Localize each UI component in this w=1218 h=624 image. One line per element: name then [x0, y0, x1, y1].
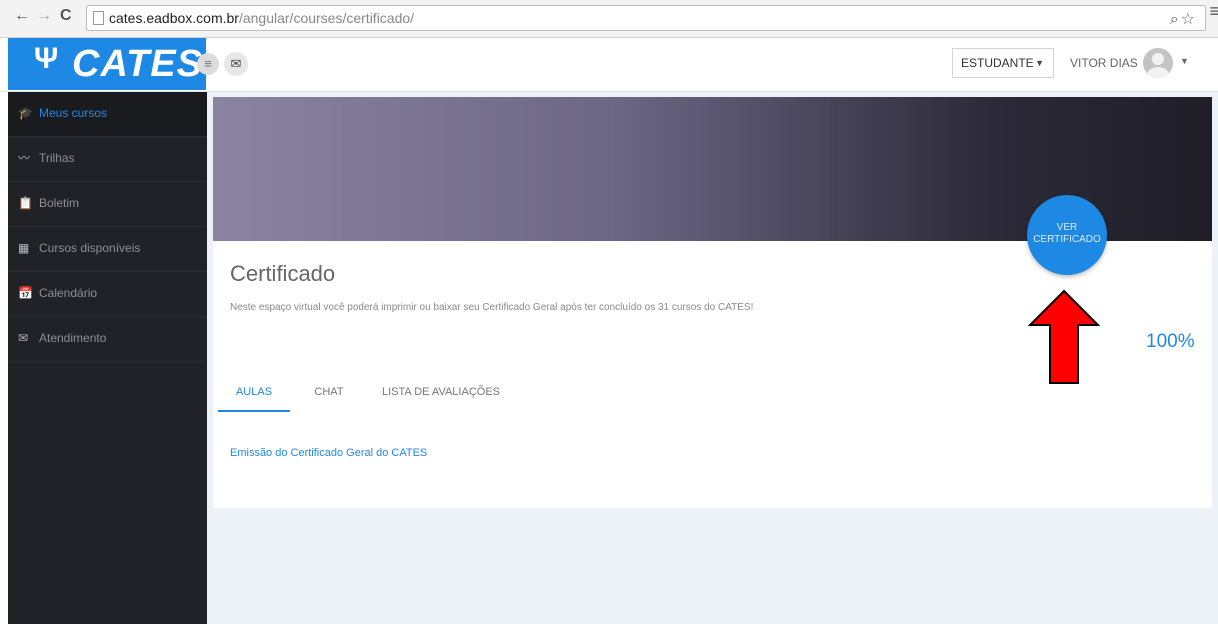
- role-label: ESTUDANTE: [961, 56, 1034, 70]
- calendar-icon: 📅: [18, 286, 33, 300]
- url-domain: cates.eadbox.com.br: [109, 10, 239, 26]
- sidebar-item-label: Calendário: [39, 286, 98, 300]
- reload-icon[interactable]: C: [60, 6, 72, 26]
- sidebar-item-cursos-disponiveis[interactable]: ▦ Cursos disponíveis: [8, 227, 207, 272]
- sidebar-item-trilhas[interactable]: 〰 Trilhas: [8, 137, 207, 182]
- browser-toolbar: ← → C cates.eadbox.com.br/angular/course…: [0, 0, 1218, 38]
- sidebar-item-calendario[interactable]: 📅 Calendário: [8, 272, 207, 317]
- progress-percent: 100%: [1146, 331, 1195, 352]
- zoom-icon[interactable]: ⌕: [1170, 11, 1181, 28]
- red-arrow-annotation: [1028, 289, 1100, 384]
- tab-lista-de-avaliacoes[interactable]: LISTA DE AVALIAÇÕES: [376, 385, 506, 412]
- url-path: /angular/courses/certificado/: [238, 10, 415, 26]
- app-header: Ψ CATES ≡ ✉ ESTUDANTE ▼ VITOR DIAS ▼: [0, 38, 1218, 92]
- hamburger-menu-icon[interactable]: ≡: [197, 53, 219, 75]
- tab-chat[interactable]: CHAT: [314, 385, 344, 412]
- avatar[interactable]: [1143, 48, 1173, 78]
- logo[interactable]: Ψ CATES: [8, 38, 206, 90]
- page-description: Neste espaço virtual você poderá imprimi…: [230, 302, 754, 313]
- ver-certificado-button[interactable]: VER CERTIFICADO: [1027, 195, 1107, 275]
- address-bar[interactable]: cates.eadbox.com.br/angular/courses/cert…: [86, 5, 1206, 31]
- sidebar-item-meus-cursos[interactable]: 🎓 Meus cursos: [8, 92, 207, 137]
- back-arrow-icon[interactable]: ←: [14, 6, 30, 26]
- role-dropdown[interactable]: ESTUDANTE ▼: [952, 48, 1054, 78]
- sidebar-item-label: Atendimento: [39, 331, 107, 345]
- mail-icon[interactable]: ✉: [224, 52, 248, 76]
- course-card: VER CERTIFICADO Certificado Neste espaço…: [213, 97, 1212, 508]
- envelope-icon: ✉: [18, 331, 29, 345]
- browser-menu-icon[interactable]: ≡: [1209, 1, 1218, 22]
- sidebar-item-label: Cursos disponíveis: [39, 241, 141, 255]
- star-icon[interactable]: ☆: [1181, 11, 1197, 28]
- sidebar-item-atendimento[interactable]: ✉ Atendimento: [8, 317, 207, 362]
- sidebar-item-label: Trilhas: [39, 151, 75, 165]
- sidebar: 🎓 Meus cursos 〰 Trilhas 📋 Boletim ▦ Cursos d…: [8, 92, 207, 624]
- graduation-cap-icon: 🎓: [18, 106, 33, 120]
- grid-icon: ▦: [18, 241, 30, 255]
- user-name[interactable]: VITOR DIAS: [1070, 56, 1138, 70]
- chevron-down-icon: ▼: [1035, 58, 1044, 68]
- page-title: Certificado: [230, 261, 336, 286]
- address-bar-icons: ⌕☆: [1170, 9, 1197, 29]
- url-text[interactable]: cates.eadbox.com.br/angular/courses/cert…: [109, 10, 414, 26]
- sidebar-item-label: Boletim: [39, 196, 80, 210]
- lesson-link[interactable]: Emissão do Certificado Geral do CATES: [230, 447, 427, 459]
- page-icon: [93, 11, 104, 25]
- sidebar-item-boletim[interactable]: 📋 Boletim: [8, 182, 207, 227]
- main-content: VER CERTIFICADO Certificado Neste espaço…: [207, 92, 1218, 624]
- clipboard-icon: 📋: [18, 196, 33, 210]
- trend-line-icon: 〰: [18, 151, 31, 165]
- user-menu-caret-icon[interactable]: ▼: [1180, 56, 1189, 66]
- forward-arrow-icon[interactable]: →: [36, 6, 52, 26]
- tab-aulas[interactable]: AULAS: [218, 385, 290, 412]
- menorah-icon: Ψ: [34, 42, 59, 75]
- logo-text: CATES: [72, 43, 203, 85]
- sidebar-item-label: Meus cursos: [39, 106, 108, 120]
